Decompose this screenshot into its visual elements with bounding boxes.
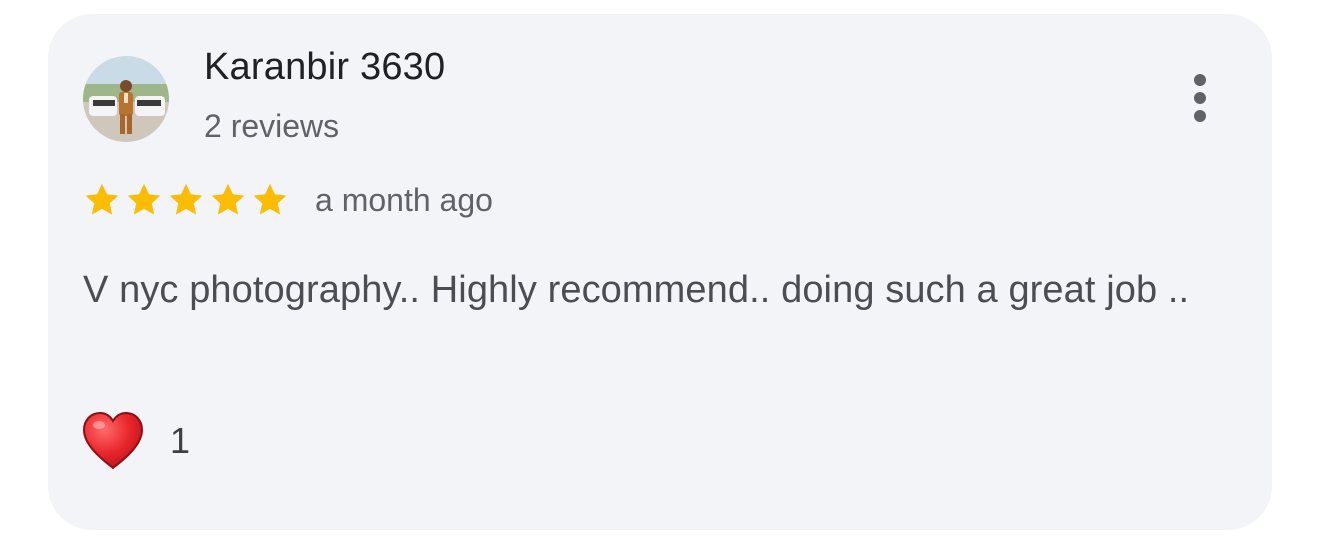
review-card: Karanbir 3630 2 reviews a month ago V ny…	[48, 14, 1272, 530]
rating-row: a month ago	[83, 180, 493, 220]
star-icon	[127, 183, 161, 215]
more-vertical-icon	[1194, 74, 1206, 86]
red-heart-icon	[82, 411, 144, 470]
like-reaction-button[interactable]: 1	[80, 410, 190, 472]
review-text: V nyc photography.. Highly recommend.. d…	[83, 269, 1190, 311]
reaction-count: 1	[170, 420, 191, 461]
star-icon	[85, 183, 119, 215]
author-review-count[interactable]: 2 reviews	[204, 108, 339, 145]
more-vertical-icon-dot	[1194, 110, 1206, 122]
more-options-button[interactable]	[1178, 68, 1222, 128]
avatar-image	[83, 56, 169, 142]
author-name[interactable]: Karanbir 3630	[204, 46, 445, 89]
star-rating	[83, 181, 293, 219]
star-icon	[169, 183, 203, 215]
more-vertical-icon-dot	[1194, 92, 1206, 104]
star-icon	[211, 183, 245, 215]
review-date: a month ago	[315, 181, 493, 218]
avatar[interactable]	[83, 56, 169, 142]
star-icon	[253, 183, 287, 215]
